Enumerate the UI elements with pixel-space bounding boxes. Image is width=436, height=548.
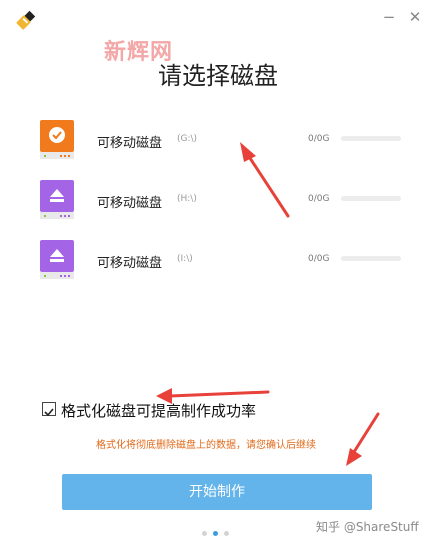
arrow-head-icon bbox=[156, 388, 172, 404]
arrow-head-icon bbox=[346, 448, 362, 466]
arrow-icon bbox=[244, 150, 290, 218]
arrow-icon bbox=[352, 412, 380, 454]
arrow-head-icon bbox=[240, 142, 256, 162]
arrow-icon bbox=[168, 390, 270, 398]
annotation-arrows bbox=[156, 142, 380, 466]
